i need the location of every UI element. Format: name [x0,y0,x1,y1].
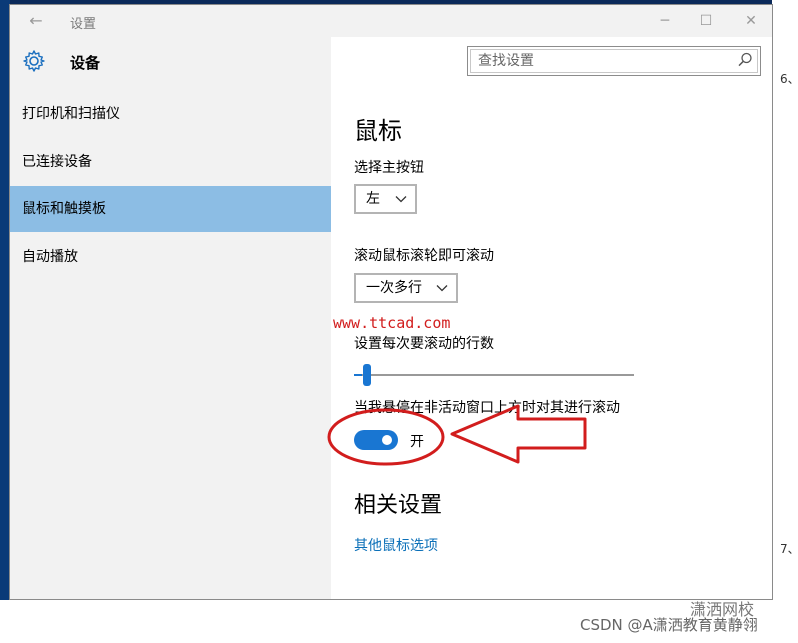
highlight-ellipse [327,408,445,466]
watermark-url: www.ttcad.com [333,314,451,332]
red-arrow-icon [450,404,587,464]
watermark-footer: CSDN @A潇洒教育黄静翎 [580,616,758,634]
